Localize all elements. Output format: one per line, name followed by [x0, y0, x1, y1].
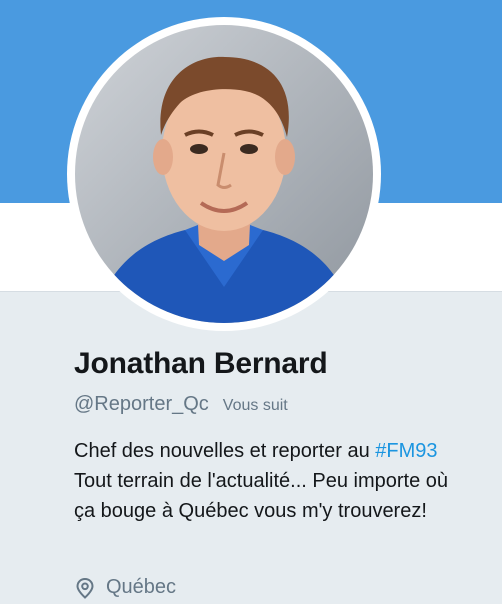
handle-row: @Reporter_Qc Vous suit	[74, 393, 288, 416]
avatar-photo	[75, 25, 373, 323]
location-pin-icon	[74, 577, 96, 599]
profile-bio: Chef des nouvelles et reporter au #FM93 …	[74, 436, 474, 526]
follows-you-badge: Vous suit	[222, 397, 288, 414]
bio-hashtag-link[interactable]: #FM93	[375, 440, 437, 462]
avatar[interactable]	[67, 17, 381, 331]
profile-location: Québec	[74, 576, 176, 599]
bio-text: Tout terrain de l'actualité... Peu impor…	[74, 470, 449, 522]
bio-text: Chef des nouvelles et reporter au	[74, 440, 376, 462]
profile-handle[interactable]: @Reporter_Qc	[74, 393, 209, 416]
profile-name[interactable]: Jonathan Bernard	[74, 347, 328, 381]
location-text: Québec	[106, 576, 177, 598]
